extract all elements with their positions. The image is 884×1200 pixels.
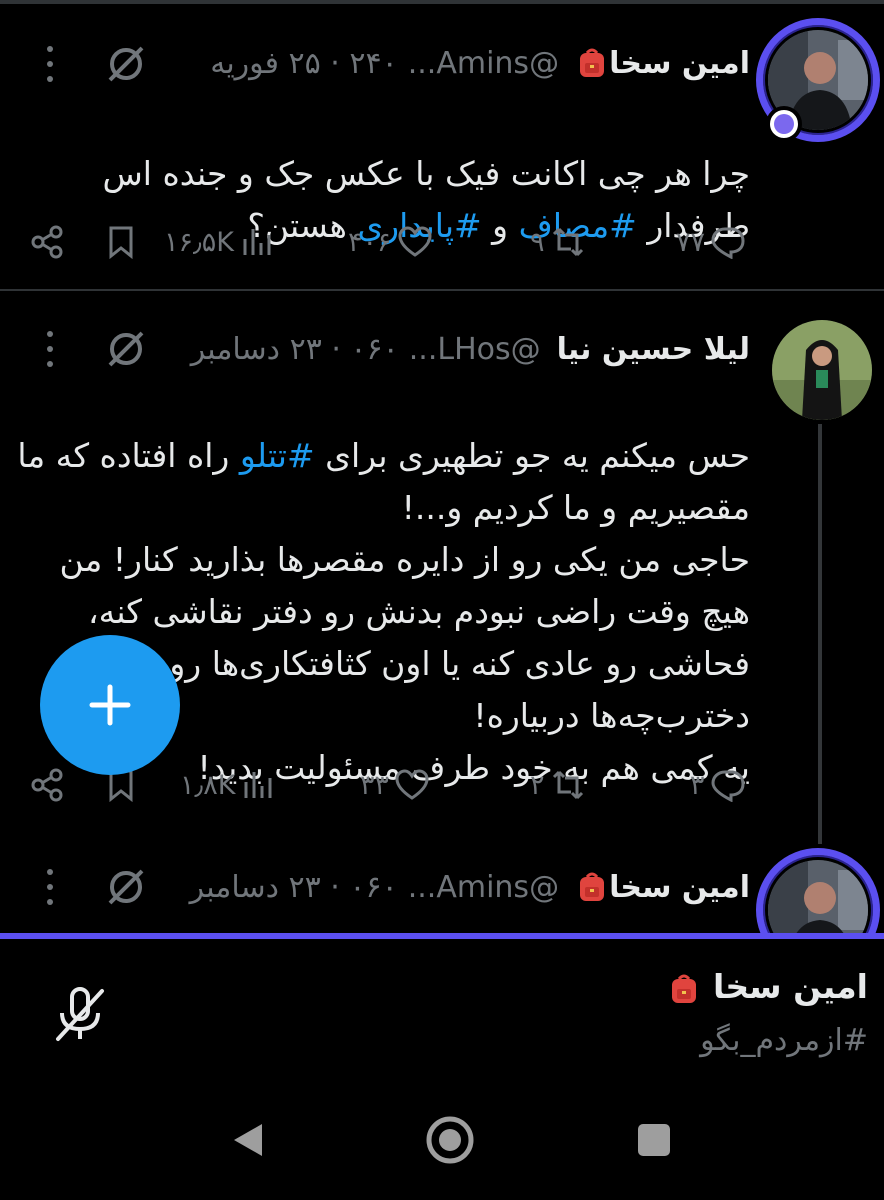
share-button[interactable]: [30, 217, 64, 267]
heart-icon: [398, 226, 432, 257]
space-mini-player[interactable]: امین سخا #ازمردم_بگو: [0, 939, 884, 1079]
space-host: امین سخا: [663, 967, 868, 1006]
retweet-button[interactable]: ۹: [530, 217, 585, 267]
backpack-emoji: [672, 974, 697, 1003]
tweet-3[interactable]: امین سخا @Amins... ۰۶۰ · ۲۳ دسامبر: [0, 840, 884, 933]
reply-icon: [711, 770, 745, 802]
share-icon: [31, 768, 63, 802]
backpack-emoji: [580, 48, 605, 77]
home-icon: [426, 1116, 474, 1164]
more-icon[interactable]: [42, 327, 58, 371]
space-listening-badge: [766, 106, 802, 142]
views-button[interactable]: ۱۶٫۵K: [164, 217, 274, 267]
like-button[interactable]: ۳۳: [360, 760, 429, 810]
timestamp: ۲۴۰ · ۲۵ فوریه: [210, 45, 398, 81]
reply-icon: [711, 227, 745, 259]
bookmark-icon: [109, 226, 133, 259]
more-icon[interactable]: [42, 42, 58, 86]
space-host-name: امین سخا: [712, 967, 868, 1006]
reply-count: ۷۷: [676, 226, 706, 258]
tweet-1[interactable]: امین سخا @Amins... ۲۴۰ · ۲۵ فوریه چرا هر…: [0, 0, 884, 290]
display-name[interactable]: امین سخا: [609, 870, 750, 905]
timestamp: ۰۶۰ · ۲۳ دسامبر: [189, 869, 398, 905]
heart-icon: [395, 769, 429, 800]
display-name[interactable]: لیلا حسین نیا: [557, 332, 750, 367]
recents-button[interactable]: [624, 1110, 684, 1170]
views-icon: [243, 229, 271, 255]
hashtag-link[interactable]: #تتلو: [240, 436, 315, 475]
handle[interactable]: @Amins...: [408, 46, 559, 81]
system-nav-bar: [0, 1080, 884, 1200]
tweet-header: امین سخا @Amins... ۲۴۰ · ۲۵ فوریه: [210, 38, 750, 88]
like-count: ۳۳: [360, 769, 390, 801]
handle[interactable]: @LHos...: [409, 332, 541, 367]
handle[interactable]: @Amins...: [408, 870, 559, 905]
tweet-actions: ۱۶٫۵K ۴۰۶ ۹ ۷۷: [0, 217, 884, 267]
recents-icon: [638, 1124, 670, 1156]
retweet-icon: [552, 227, 583, 257]
avatar-photo: [772, 320, 872, 420]
display-name[interactable]: امین سخا: [609, 46, 750, 81]
back-button[interactable]: [218, 1110, 278, 1170]
timestamp: ۰۶۰ · ۲۳ دسامبر: [190, 331, 399, 367]
reply-count: ۳: [690, 769, 705, 801]
compose-plus-icon: [89, 684, 131, 726]
space-title: #ازمردم_بگو: [700, 1023, 868, 1058]
mute-icon[interactable]: [104, 42, 148, 86]
tweet-divider: [0, 289, 884, 291]
retweet-icon: [552, 770, 583, 800]
mute-icon[interactable]: [104, 865, 148, 909]
views-count: ۱۶٫۵K: [164, 226, 234, 258]
mute-icon[interactable]: [104, 327, 148, 371]
tweet-header: امین سخا @Amins... ۰۶۰ · ۲۳ دسامبر: [190, 862, 750, 912]
like-button[interactable]: ۴۰۶: [348, 217, 432, 267]
avatar[interactable]: [772, 320, 872, 420]
bookmark-button[interactable]: [104, 217, 138, 267]
share-button[interactable]: [30, 760, 64, 810]
mic-off-icon[interactable]: [50, 983, 110, 1043]
retweet-count: ۹: [530, 226, 545, 258]
share-icon: [31, 225, 63, 259]
reply-button[interactable]: ۳: [690, 760, 745, 810]
views-button[interactable]: ۱٫۸K: [180, 760, 275, 810]
like-count: ۴۰۶: [348, 226, 392, 258]
tweet-text-part: حس میکنم یه جو تطهیری برای: [314, 436, 750, 475]
retweet-button[interactable]: ۲: [530, 760, 585, 810]
home-button[interactable]: [420, 1110, 480, 1170]
backpack-emoji: [580, 872, 605, 901]
tweet-header: لیلا حسین نیا @LHos... ۰۶۰ · ۲۳ دسامبر: [191, 324, 750, 374]
retweet-count: ۲: [530, 769, 545, 801]
compose-button[interactable]: [40, 635, 180, 775]
back-icon: [234, 1124, 262, 1156]
more-icon[interactable]: [42, 865, 58, 909]
reply-button[interactable]: ۷۷: [676, 217, 745, 267]
views-count: ۱٫۸K: [180, 769, 236, 801]
views-icon: [244, 772, 272, 798]
